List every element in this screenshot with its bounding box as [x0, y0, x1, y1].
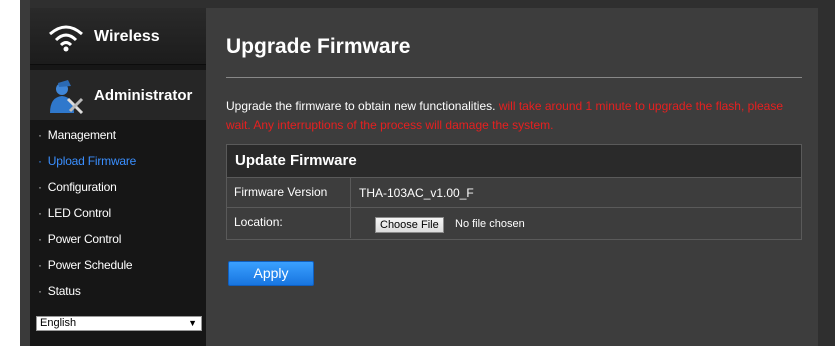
administrator-icon — [50, 80, 84, 115]
firmware-version-value: THA-103AC_v1.00_F — [359, 186, 474, 200]
nav-item-led-control[interactable]: · LED Control — [30, 200, 206, 226]
wireless-menu[interactable]: Wireless — [30, 8, 206, 65]
language-value: English — [40, 317, 77, 329]
administrator-menu[interactable]: Administrator — [30, 70, 206, 120]
sidebar: Wireless Administrator · Management · Uplo… — [30, 8, 214, 346]
no-file-text: No file chosen — [455, 218, 525, 230]
page-description: Upgrade the firmware to obtain new funct… — [226, 97, 806, 135]
nav-item-status[interactable]: · Status — [30, 278, 206, 304]
administrator-label: Administrator — [94, 87, 193, 104]
panel-title: Update Firmware — [235, 152, 357, 169]
nav-item-power-control[interactable]: · Power Control — [30, 226, 206, 252]
firmware-version-label: Firmware Version — [227, 178, 351, 208]
page-title: Upgrade Firmware — [226, 35, 411, 58]
apply-button[interactable]: Apply — [228, 261, 314, 286]
main-content: Upgrade Firmware Upgrade the firmware to… — [206, 8, 818, 346]
nav-item-upload-firmware[interactable]: · Upload Firmware — [30, 148, 206, 174]
frame-edge — [20, 0, 30, 346]
panel-header: Update Firmware — [227, 145, 801, 177]
location-row: Location: Choose File No file chosen — [227, 207, 801, 238]
admin-submenu: · Management · Upload Firmware · Configurat… — [30, 122, 206, 304]
choose-file-button[interactable]: Choose File — [375, 217, 444, 233]
location-label: Location: — [227, 208, 351, 238]
wifi-icon — [49, 25, 83, 52]
firmware-version-row: Firmware Version THA-103AC_v1.00_F — [227, 177, 801, 208]
dropdown-arrow-icon: ▼ — [188, 318, 197, 328]
title-divider — [226, 77, 802, 78]
nav-item-configuration[interactable]: · Configuration — [30, 174, 206, 200]
update-firmware-panel: Update Firmware Firmware Version THA-103… — [226, 144, 802, 240]
nav-item-power-schedule[interactable]: · Power Schedule — [30, 252, 206, 278]
nav-item-management[interactable]: · Management — [30, 122, 206, 148]
wireless-label: Wireless — [94, 28, 160, 45]
language-select[interactable]: English ▼ — [36, 316, 202, 331]
description-text: Upgrade the firmware to obtain new funct… — [226, 99, 496, 113]
